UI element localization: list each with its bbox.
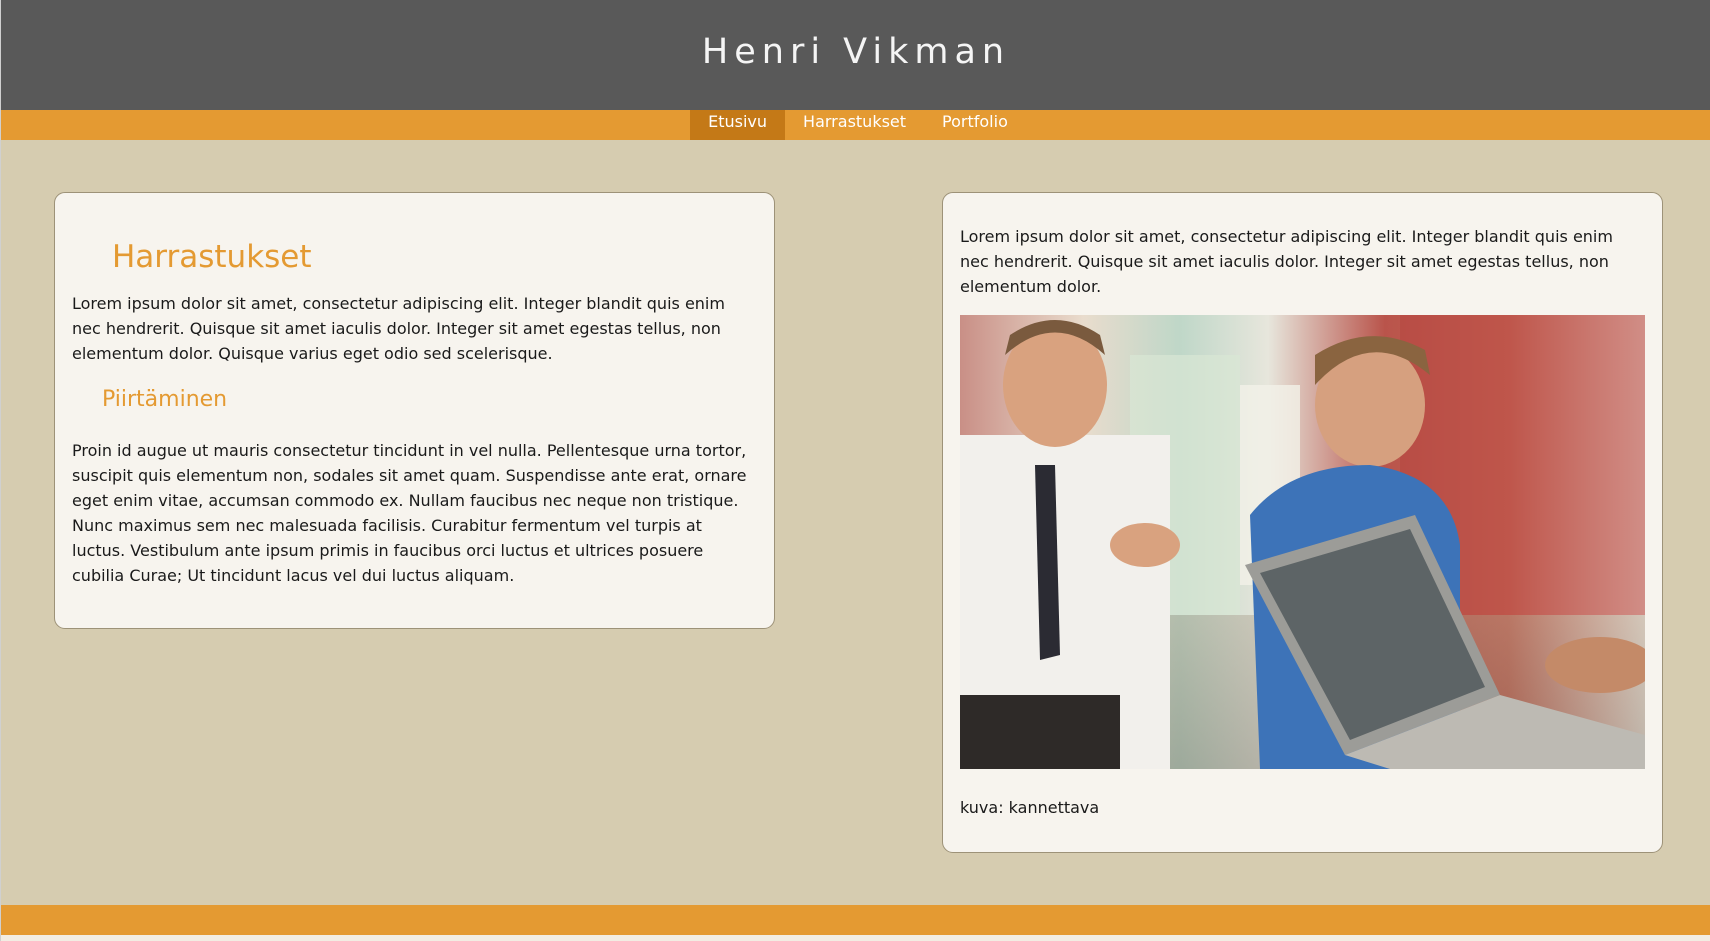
nav-items: Etusivu Harrastukset Portfolio <box>690 110 1026 140</box>
page: Henri Vikman Etusivu Harrastukset Portfo… <box>0 0 1710 941</box>
nav-item-etusivu[interactable]: Etusivu <box>690 110 786 140</box>
site-title: Henri Vikman <box>701 32 1011 72</box>
main-nav: Etusivu Harrastukset Portfolio <box>1 110 1710 140</box>
image-caption: kuva: kannettava <box>960 798 1100 817</box>
nav-item-portfolio[interactable]: Portfolio <box>924 110 1026 140</box>
hobbies-card: Harrastukset Lorem ipsum dolor sit amet,… <box>54 192 775 629</box>
drawing-body-text: Proin id augue ut mauris consectetur tin… <box>72 441 747 585</box>
hobbies-heading: Harrastukset <box>112 239 312 275</box>
footer-line <box>1 935 1710 941</box>
site-header: Henri Vikman <box>1 0 1710 110</box>
laptop-photo-illustration <box>960 315 1645 769</box>
image-card: Lorem ipsum dolor sit amet, consectetur … <box>942 192 1663 853</box>
drawing-subheading: Piirtäminen <box>102 387 228 412</box>
hobbies-intro-text: Lorem ipsum dolor sit amet, consectetur … <box>72 294 725 363</box>
laptop-photo <box>960 315 1645 769</box>
image-card-text: Lorem ipsum dolor sit amet, consectetur … <box>960 227 1613 296</box>
footer-bar <box>1 905 1710 935</box>
nav-item-harrastukset[interactable]: Harrastukset <box>785 110 924 140</box>
